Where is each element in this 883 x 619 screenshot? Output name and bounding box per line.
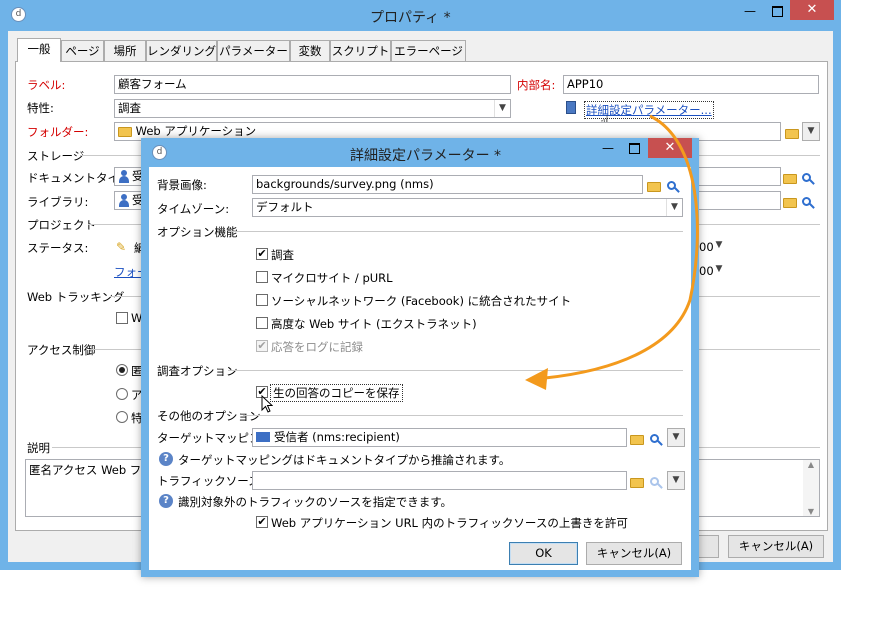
annotation-arrow [525,114,699,390]
tab-general[interactable]: 一般 [17,38,61,62]
